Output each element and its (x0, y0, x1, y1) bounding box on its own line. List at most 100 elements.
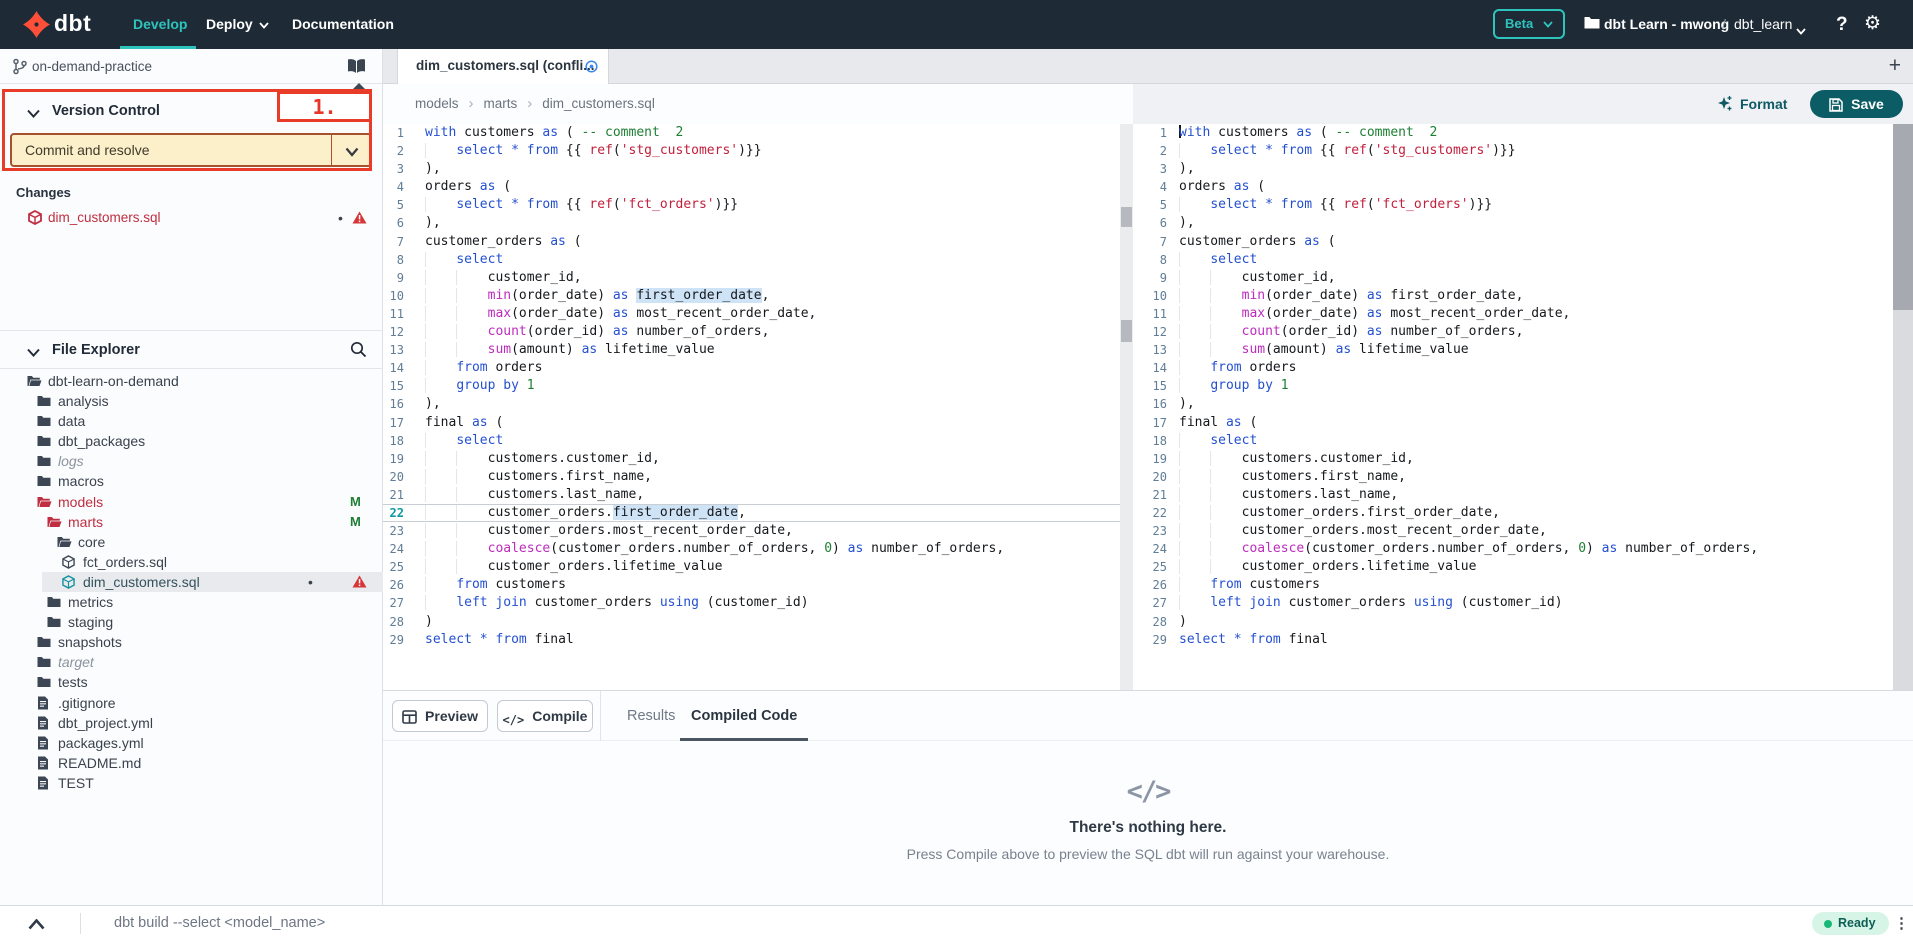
code-line-28[interactable]: 28) (383, 613, 1120, 631)
tab-dim-customers[interactable]: dim_customers.sql (confli... (397, 49, 609, 84)
changes-item-dim-customers[interactable]: dim_customers.sql • (0, 207, 383, 229)
code-line-11[interactable]: 11 max(order_date) as most_recent_order_… (383, 305, 1120, 323)
tree-item-dim-customers-sql[interactable]: dim_customers.sql• (0, 572, 383, 592)
code-line-6[interactable]: 6), (383, 214, 1120, 232)
commit-and-resolve-button[interactable]: Commit and resolve (10, 133, 372, 167)
tree-item-core[interactable]: core (0, 532, 383, 552)
tree-item-tests[interactable]: tests (0, 672, 383, 692)
beta-button[interactable]: Beta (1493, 9, 1565, 39)
code-line-12[interactable]: 12 count(order_id) as number_of_orders, (1150, 323, 1893, 341)
file-explorer-header[interactable]: File Explorer (0, 330, 383, 369)
save-button[interactable]: Save (1810, 90, 1903, 118)
kebab-menu-icon[interactable]: ⋮ (1894, 906, 1909, 941)
chevron-up-icon[interactable] (28, 917, 45, 935)
breadcrumb-file[interactable]: dim_customers.sql (542, 96, 655, 111)
tree-item-packages-yml[interactable]: packages.yml (0, 733, 383, 753)
conflict-target-icon[interactable] (585, 60, 598, 78)
code-line-12[interactable]: 12 count(order_id) as number_of_orders, (383, 323, 1120, 341)
code-line-1[interactable]: 1with customers as ( -- comment 2 (1150, 124, 1893, 142)
dbt-logo-text[interactable]: dbt (54, 10, 91, 37)
code-line-3[interactable]: 3), (1150, 160, 1893, 178)
code-line-23[interactable]: 23 customer_orders.most_recent_order_dat… (1150, 522, 1893, 540)
gear-icon[interactable]: ⚙ (1864, 0, 1881, 49)
tree-item-readme-md[interactable]: README.md (0, 753, 383, 773)
tree-item-metrics[interactable]: metrics (0, 592, 383, 612)
breadcrumb-models[interactable]: models (415, 96, 459, 111)
code-line-10[interactable]: 10 min(order_date) as first_order_date, (383, 287, 1120, 305)
tree-item-logs[interactable]: logs (0, 451, 383, 471)
tree-item-target[interactable]: target (0, 652, 383, 672)
code-line-9[interactable]: 9 customer_id, (383, 269, 1120, 287)
code-line-21[interactable]: 21 customers.last_name, (383, 486, 1120, 504)
preview-button[interactable]: Preview (392, 700, 488, 732)
code-line-8[interactable]: 8 select (383, 251, 1120, 269)
code-line-17[interactable]: 17final as ( (1150, 414, 1893, 432)
code-line-18[interactable]: 18 select (383, 432, 1120, 450)
code-line-5[interactable]: 5 select * from {{ ref('fct_orders')}} (1150, 196, 1893, 214)
code-line-18[interactable]: 18 select (1150, 432, 1893, 450)
nav-item-develop[interactable]: Develop (133, 0, 187, 49)
code-pane-right[interactable]: 1with customers as ( -- comment 22 selec… (1150, 124, 1893, 690)
code-line-27[interactable]: 27 left join customer_orders using (cust… (383, 594, 1120, 612)
tree-item--gitignore[interactable]: .gitignore (0, 693, 383, 713)
project-name[interactable]: dbt_learn (1734, 0, 1792, 49)
breadcrumb-marts[interactable]: marts (484, 96, 518, 111)
tab-compiled-code[interactable]: Compiled Code (691, 691, 797, 741)
right-pane-scrollbar[interactable] (1893, 124, 1913, 690)
code-line-4[interactable]: 4orders as ( (1150, 178, 1893, 196)
tree-item-analysis[interactable]: analysis (0, 391, 383, 411)
code-line-7[interactable]: 7customer_orders as ( (1150, 233, 1893, 251)
code-line-19[interactable]: 19 customers.customer_id, (383, 450, 1120, 468)
code-line-6[interactable]: 6), (1150, 214, 1893, 232)
tree-item-data[interactable]: data (0, 411, 383, 431)
code-line-25[interactable]: 25 customer_orders.lifetime_value (383, 558, 1120, 576)
code-line-29[interactable]: 29select * from final (1150, 631, 1893, 649)
code-line-8[interactable]: 8 select (1150, 251, 1893, 269)
code-line-26[interactable]: 26 from customers (1150, 576, 1893, 594)
code-line-25[interactable]: 25 customer_orders.lifetime_value (1150, 558, 1893, 576)
code-line-29[interactable]: 29select * from final (383, 631, 1120, 649)
tree-item-snapshots[interactable]: snapshots (0, 632, 383, 652)
code-line-11[interactable]: 11 max(order_date) as most_recent_order_… (1150, 305, 1893, 323)
code-line-22[interactable]: 22 customer_orders.first_order_date, (383, 504, 1120, 522)
code-line-16[interactable]: 16), (383, 395, 1120, 413)
code-line-28[interactable]: 28) (1150, 613, 1893, 631)
code-line-5[interactable]: 5 select * from {{ ref('fct_orders')}} (383, 196, 1120, 214)
code-line-9[interactable]: 9 customer_id, (1150, 269, 1893, 287)
code-line-3[interactable]: 3), (383, 160, 1120, 178)
code-line-19[interactable]: 19 customers.customer_id, (1150, 450, 1893, 468)
code-line-13[interactable]: 13 sum(amount) as lifetime_value (383, 341, 1120, 359)
code-line-15[interactable]: 15 group by 1 (383, 377, 1120, 395)
tab-results[interactable]: Results (627, 691, 675, 741)
git-branch-row[interactable]: on-demand-practice (0, 49, 382, 84)
code-line-4[interactable]: 4orders as ( (383, 178, 1120, 196)
code-line-2[interactable]: 2 select * from {{ ref('stg_customers')}… (383, 142, 1120, 160)
nav-item-documentation[interactable]: Documentation (292, 0, 394, 49)
code-line-24[interactable]: 24 coalesce(customer_orders.number_of_or… (383, 540, 1120, 558)
compile-button[interactable]: </>Compile (497, 700, 593, 732)
code-line-26[interactable]: 26 from customers (383, 576, 1120, 594)
tree-item-dbt-project-yml[interactable]: dbt_project.yml (0, 713, 383, 733)
tree-item-marts[interactable]: martsM (0, 512, 383, 532)
nav-item-deploy[interactable]: Deploy (206, 0, 269, 49)
code-pane-left[interactable]: 1with customers as ( -- comment 22 selec… (383, 124, 1120, 690)
scrollbar-thumb[interactable] (1893, 124, 1913, 310)
chevron-down-icon[interactable] (1796, 22, 1806, 40)
code-line-16[interactable]: 16), (1150, 395, 1893, 413)
tree-item-models[interactable]: modelsM (0, 492, 383, 512)
code-line-27[interactable]: 27 left join customer_orders using (cust… (1150, 594, 1893, 612)
account-name[interactable]: dbt Learn - mwong (1604, 0, 1729, 49)
tree-item-fct-orders-sql[interactable]: fct_orders.sql (0, 552, 383, 572)
scrollbar-thumb[interactable] (1121, 207, 1132, 227)
code-line-13[interactable]: 13 sum(amount) as lifetime_value (1150, 341, 1893, 359)
search-icon[interactable] (350, 341, 367, 363)
command-input[interactable]: dbt build --select <model_name> (114, 906, 325, 941)
code-line-21[interactable]: 21 customers.last_name, (1150, 486, 1893, 504)
code-line-20[interactable]: 20 customers.first_name, (383, 468, 1120, 486)
code-line-24[interactable]: 24 coalesce(customer_orders.number_of_or… (1150, 540, 1893, 558)
book-icon[interactable] (347, 58, 366, 79)
chevron-down-icon[interactable] (345, 144, 359, 162)
new-tab-button[interactable]: + (1889, 49, 1901, 84)
code-line-20[interactable]: 20 customers.first_name, (1150, 468, 1893, 486)
format-button[interactable]: Format (1716, 91, 1787, 117)
